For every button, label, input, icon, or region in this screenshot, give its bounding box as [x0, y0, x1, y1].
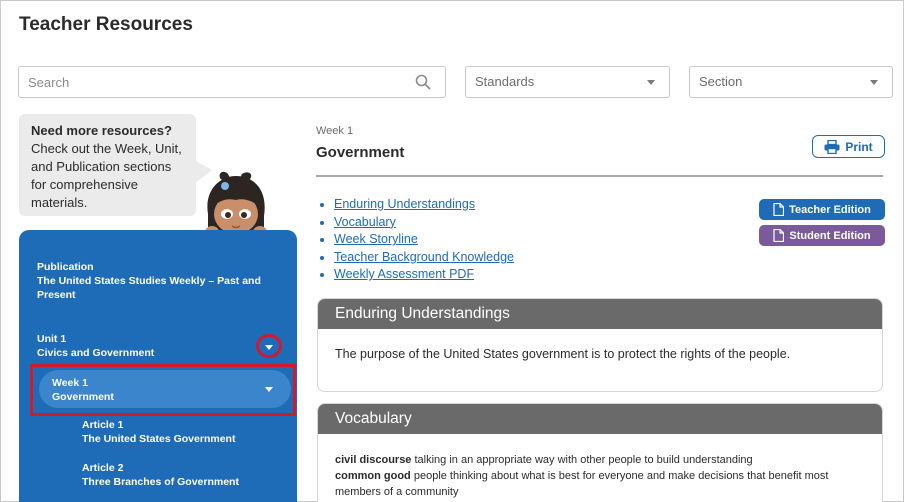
- card-header: Enduring Understandings: [318, 299, 882, 329]
- nav-week[interactable]: Week 1 Government: [39, 370, 291, 408]
- list-item: Weekly Assessment PDF: [320, 266, 514, 284]
- teacher-edition-label: Teacher Edition: [789, 203, 871, 216]
- nav-article-value: The United States Government: [82, 433, 236, 445]
- pdf-file-icon: [773, 203, 785, 216]
- week-title: Government: [316, 144, 405, 161]
- page-title: Teacher Resources: [19, 14, 193, 35]
- print-button[interactable]: Print: [812, 135, 885, 158]
- vocabulary-definition: talking in an appropriate way with other…: [414, 454, 753, 466]
- search-input[interactable]: [19, 67, 409, 97]
- nav-week-value: Government: [52, 391, 114, 403]
- help-bubble: Need more resources? Check out the Week,…: [19, 114, 196, 216]
- nav-publication-label: Publication: [37, 261, 94, 273]
- section-divider: [316, 175, 883, 177]
- nav-publication[interactable]: Publication The United States Studies We…: [37, 260, 277, 302]
- list-item: Teacher Background Knowledge: [320, 249, 514, 267]
- unit-expand-toggle[interactable]: [256, 334, 282, 358]
- section-select[interactable]: Section: [689, 66, 893, 98]
- list-item: Enduring Understandings: [320, 196, 514, 214]
- vocabulary-entry: civil discourse talking in an appropriat…: [335, 452, 865, 468]
- nav-article-label: Article 2: [82, 462, 124, 474]
- nav-publication-value: The United States Studies Weekly – Past …: [37, 275, 261, 301]
- vocabulary-entry: common good people thinking about what i…: [335, 468, 865, 500]
- student-edition-button[interactable]: Student Edition: [759, 225, 885, 246]
- nav-article-2[interactable]: Article 2 Three Branches of Government: [82, 461, 239, 489]
- printer-icon: [824, 139, 840, 154]
- help-bubble-heading: Need more resources?: [31, 123, 172, 138]
- section-links: Enduring Understandings Vocabulary Week …: [320, 196, 514, 284]
- nav-unit-value: Civics and Government: [37, 347, 155, 359]
- list-item: Vocabulary: [320, 214, 514, 232]
- search-box[interactable]: [18, 66, 446, 98]
- link-teacher-background[interactable]: Teacher Background Knowledge: [334, 250, 514, 264]
- chevron-down-icon: [870, 80, 878, 85]
- link-vocabulary[interactable]: Vocabulary: [334, 215, 396, 229]
- pdf-file-icon: [773, 229, 785, 242]
- link-weekly-assessment[interactable]: Weekly Assessment PDF: [334, 267, 474, 281]
- nav-week-label: Week 1: [52, 377, 88, 389]
- section-select-label: Section: [699, 74, 743, 89]
- enduring-understandings-card: Enduring Understandings The purpose of t…: [317, 298, 883, 392]
- vocabulary-term: common good: [335, 470, 411, 482]
- student-edition-label: Student Edition: [789, 229, 871, 242]
- search-icon[interactable]: [415, 74, 431, 90]
- chevron-down-icon: [265, 345, 273, 350]
- link-week-storyline[interactable]: Week Storyline: [334, 232, 418, 246]
- week-label: Week 1: [316, 125, 354, 137]
- nav-article-label: Article 1: [82, 419, 124, 431]
- card-header: Vocabulary: [318, 404, 882, 434]
- chevron-down-icon: [647, 80, 655, 85]
- teacher-edition-button[interactable]: Teacher Edition: [759, 199, 885, 220]
- card-body: civil discourse talking in an appropriat…: [318, 434, 882, 500]
- standards-select-label: Standards: [475, 74, 535, 89]
- help-bubble-text: Check out the Week, Unit, and Publicatio…: [31, 141, 182, 210]
- link-enduring-understandings[interactable]: Enduring Understandings: [334, 197, 475, 211]
- standards-select[interactable]: Standards: [465, 66, 670, 98]
- nav-article-value: Three Branches of Government: [82, 476, 239, 488]
- vocabulary-card: Vocabulary civil discourse talking in an…: [317, 403, 883, 502]
- nav-unit-label: Unit 1: [37, 333, 67, 345]
- curriculum-nav: Publication The United States Studies We…: [19, 230, 297, 502]
- list-item: Week Storyline: [320, 231, 514, 249]
- card-body: The purpose of the United States governm…: [335, 347, 791, 361]
- chevron-down-icon[interactable]: [265, 387, 273, 392]
- print-button-label: Print: [845, 139, 873, 154]
- nav-unit[interactable]: Unit 1 Civics and Government: [37, 332, 154, 360]
- vocabulary-term: civil discourse: [335, 454, 412, 466]
- nav-article-1[interactable]: Article 1 The United States Government: [82, 418, 235, 446]
